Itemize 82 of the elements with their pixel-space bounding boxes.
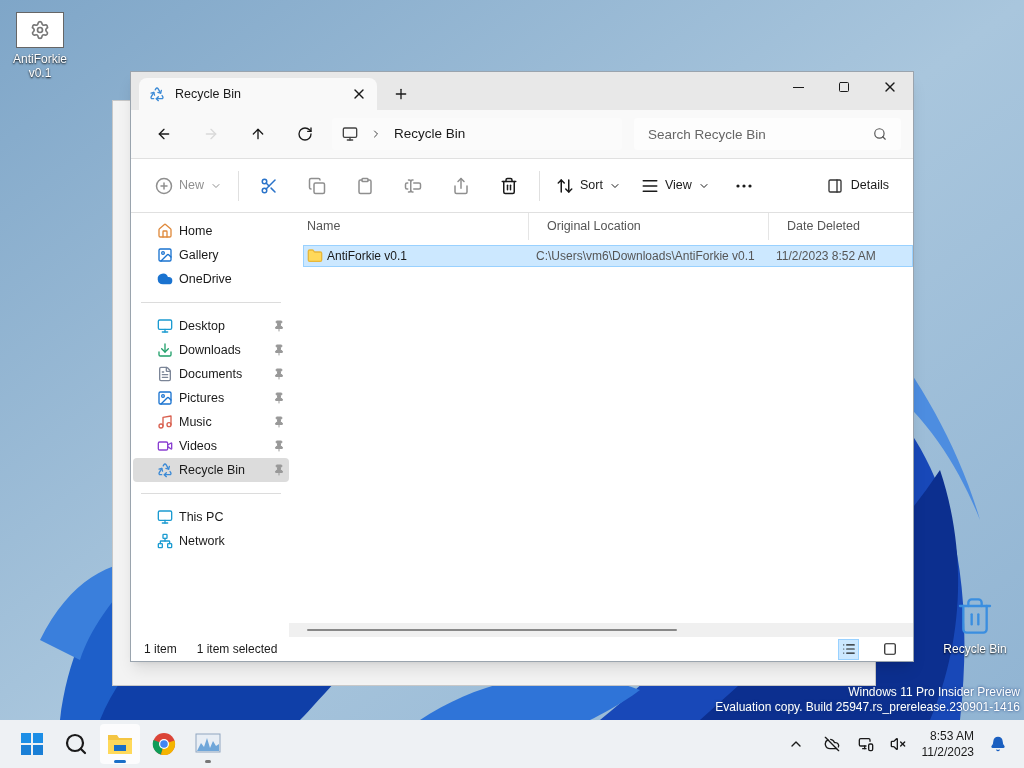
music-icon bbox=[157, 414, 173, 430]
refresh-icon bbox=[297, 126, 314, 142]
desktop-icon bbox=[157, 318, 173, 334]
pin-icon bbox=[273, 392, 285, 404]
chart-window-icon bbox=[195, 733, 221, 755]
clipboard-icon bbox=[356, 176, 374, 195]
share-icon bbox=[452, 176, 470, 195]
breadcrumb[interactable]: Recycle Bin bbox=[393, 123, 466, 145]
cloud-icon bbox=[157, 271, 173, 287]
speaker-muted-icon[interactable] bbox=[889, 736, 906, 752]
sidebar-item[interactable]: Desktop bbox=[133, 314, 289, 338]
tab[interactable]: Recycle Bin bbox=[139, 78, 377, 110]
copy-icon bbox=[308, 176, 326, 195]
house-icon bbox=[157, 223, 173, 239]
toolbar-button[interactable]: View bbox=[630, 169, 720, 202]
pin-icon bbox=[273, 320, 285, 332]
bell-icon[interactable] bbox=[990, 736, 1006, 752]
table-cell-text: C:\Users\vm6\Downloads\AntiForkie v0.1 bbox=[535, 248, 756, 265]
table-cell-text: AntiForkie v0.1 bbox=[327, 248, 408, 265]
sidebar-item[interactable]: Pictures bbox=[133, 386, 289, 410]
file-row[interactable]: AntiForkie v0.1 C:\Users\vm6\Downloads\AntiForkie v0.1 11/2/2023 8:52 AM bbox=[303, 245, 913, 267]
picture-icon bbox=[157, 390, 173, 406]
sidebar-item[interactable]: Documents bbox=[133, 362, 289, 386]
evaluation-notice: Windows 11 Pro Insider Preview bbox=[848, 685, 1020, 700]
table-cell-text: 11/2/2023 8:52 AM bbox=[775, 248, 876, 265]
search-field[interactable]: Search Recycle Bin bbox=[633, 118, 901, 150]
sidebar-item[interactable]: Videos bbox=[133, 434, 289, 458]
plus-circle-icon bbox=[155, 176, 173, 195]
column-header[interactable]: Date Deleted bbox=[769, 213, 913, 240]
windows-logo-icon bbox=[21, 733, 43, 755]
sidebar-item[interactable]: Gallery bbox=[133, 243, 289, 267]
network-icon bbox=[157, 533, 173, 549]
recycle-icon bbox=[149, 86, 165, 102]
maximize-icon bbox=[838, 81, 850, 93]
scroll-bar[interactable] bbox=[289, 623, 913, 637]
download-icon bbox=[157, 342, 173, 358]
search-icon bbox=[64, 732, 88, 756]
pin-icon bbox=[273, 416, 285, 428]
document-icon bbox=[157, 366, 173, 382]
list-icon bbox=[841, 642, 856, 656]
item-count: 1 item bbox=[144, 641, 177, 658]
sidebar-item[interactable]: Music bbox=[133, 410, 289, 434]
network-icon[interactable] bbox=[857, 736, 874, 752]
sidebar-item[interactable]: Network bbox=[133, 529, 289, 553]
more-icon bbox=[735, 183, 752, 188]
sidebar-item[interactable]: OneDrive bbox=[133, 267, 289, 291]
browser-icon bbox=[152, 732, 176, 756]
pin-icon bbox=[273, 344, 285, 356]
sidebar-item[interactable]: Downloads bbox=[133, 338, 289, 362]
sidebar-item[interactable]: This PC bbox=[133, 505, 289, 529]
cloud-off-icon[interactable] bbox=[823, 736, 840, 752]
folder-icon bbox=[107, 732, 133, 756]
recycle-icon bbox=[157, 462, 173, 478]
column-header[interactable]: Original Location bbox=[529, 213, 769, 240]
trash-icon bbox=[500, 176, 518, 195]
video-icon bbox=[157, 438, 173, 454]
pin-icon bbox=[273, 368, 285, 380]
search-icon bbox=[873, 127, 887, 141]
view-toggle[interactable] bbox=[838, 638, 859, 660]
tile-icon bbox=[882, 642, 897, 656]
panel-icon bbox=[826, 177, 843, 194]
rename-icon bbox=[404, 176, 422, 195]
picture-icon bbox=[157, 247, 173, 263]
scissors-icon bbox=[260, 176, 278, 195]
desktop-icon-label: AntiForkie v0.1 bbox=[12, 52, 68, 80]
column-header[interactable]: Name bbox=[289, 213, 529, 240]
sort-icon bbox=[556, 176, 574, 195]
details-button[interactable]: Details bbox=[816, 169, 899, 202]
sidebar-item[interactable]: Recycle Bin bbox=[133, 458, 289, 482]
new-tab-icon[interactable] bbox=[393, 86, 409, 102]
minimize-icon bbox=[792, 86, 804, 88]
monitor-icon bbox=[341, 126, 358, 142]
pin-icon bbox=[273, 440, 285, 452]
pin-icon bbox=[273, 464, 285, 476]
sidebar-item[interactable]: Home bbox=[133, 219, 289, 243]
toolbar-button[interactable]: Sort bbox=[546, 169, 631, 202]
app-shortcut-icon[interactable] bbox=[16, 12, 64, 48]
clock[interactable]: 8:53 AM 11/2/2023 bbox=[915, 728, 980, 760]
folder-icon bbox=[307, 248, 323, 264]
tab-label: Recycle Bin bbox=[175, 85, 242, 103]
computer-icon bbox=[157, 509, 173, 525]
selection-count: 1 item selected bbox=[196, 641, 278, 658]
